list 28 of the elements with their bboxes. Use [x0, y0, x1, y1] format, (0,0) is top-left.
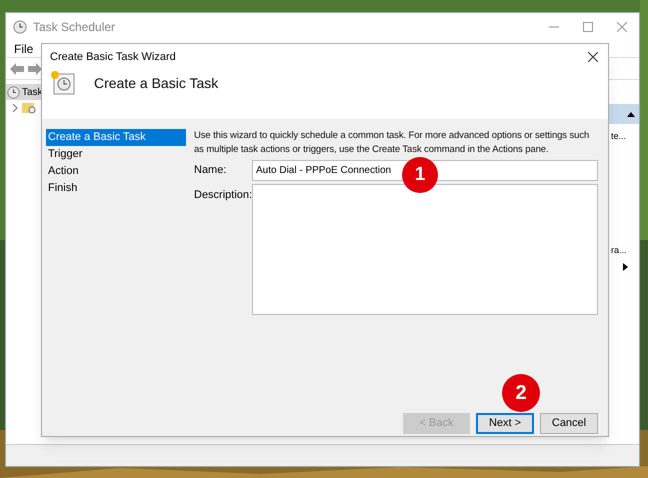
description-label: Description:: [194, 188, 252, 203]
action-label[interactable]: ra...: [611, 244, 639, 257]
window-title: Task Scheduler: [33, 18, 116, 36]
calendar-clock-icon: [50, 70, 76, 96]
clock-icon: [7, 86, 20, 98]
dialog-heading: Create a Basic Task: [94, 74, 218, 92]
name-label: Name:: [194, 163, 228, 178]
dialog-title: Create Basic Task Wizard: [50, 50, 176, 65]
wizard-step[interactable]: Finish: [46, 180, 186, 197]
close-icon[interactable]: [588, 52, 598, 62]
tree-item[interactable]: Task: [6, 84, 44, 100]
menu-item[interactable]: File: [14, 40, 34, 58]
folder-icon: [22, 102, 36, 114]
collapse-icon[interactable]: [627, 112, 635, 116]
wizard-step[interactable]: Create a Basic Task: [46, 129, 186, 146]
wizard-step[interactable]: Trigger: [46, 146, 186, 163]
clock-icon: [13, 20, 27, 34]
back-arrow-icon[interactable]: [10, 62, 24, 74]
action-label[interactable]: te...: [611, 130, 639, 144]
wizard-step[interactable]: Action: [46, 163, 186, 180]
maximize-icon[interactable]: [583, 22, 593, 32]
dialog-button[interactable]: Cancel: [540, 413, 598, 434]
chevron-icon[interactable]: [12, 104, 18, 112]
forward-arrow-icon[interactable]: [28, 62, 42, 74]
submenu-arrow-icon[interactable]: [623, 263, 628, 271]
description-field[interactable]: [252, 184, 598, 315]
dialog-button[interactable]: Next >: [476, 413, 534, 434]
intro-text: Use this wizard to quickly schedule a common task. For more advanced options or settings such as multiple task actions or triggers, use the Create Task command in the Actions pane.: [194, 129, 590, 157]
